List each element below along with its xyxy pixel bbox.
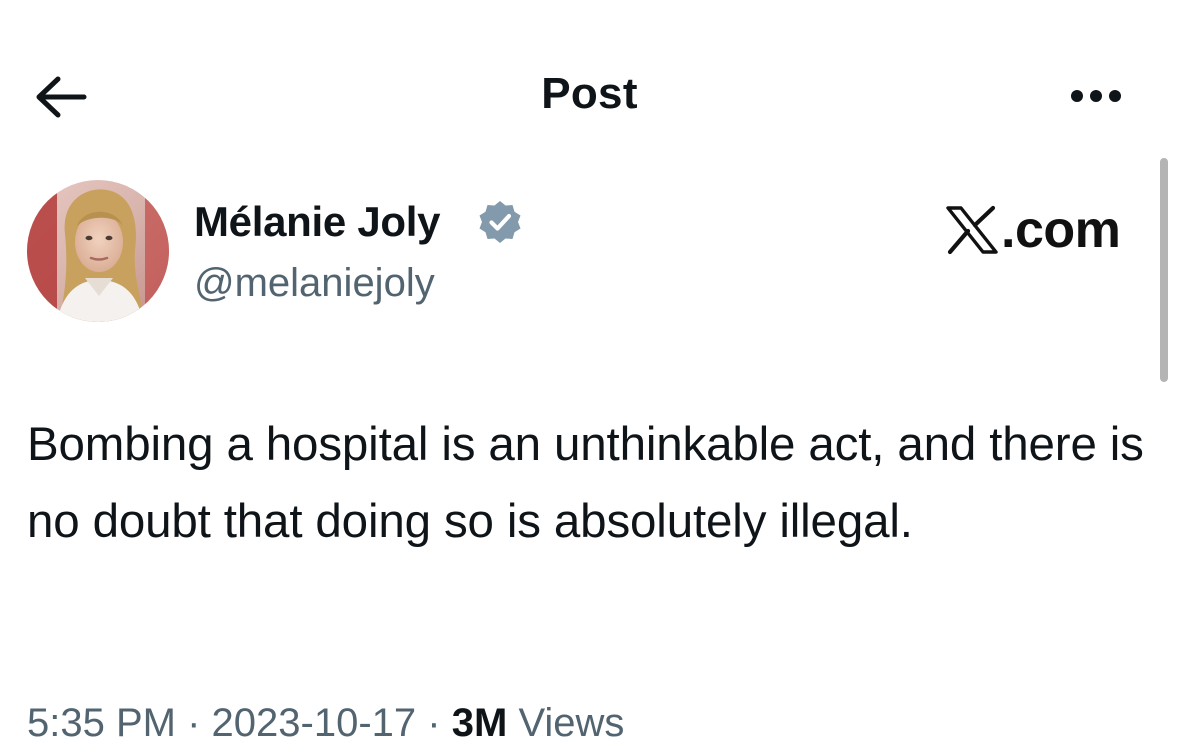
views-label: Views	[518, 701, 625, 745]
post-time[interactable]: 5:35 PM	[27, 701, 176, 745]
post-date[interactable]: 2023-10-17	[212, 701, 417, 745]
page-title: Post	[541, 69, 638, 118]
scrollbar[interactable]	[1160, 158, 1168, 382]
meta-separator: ·	[187, 701, 201, 745]
views-count: 3M	[451, 701, 508, 745]
profile-photo	[27, 180, 169, 322]
watermark: .com	[945, 200, 1121, 260]
top-bar: Post	[0, 0, 1179, 150]
more-horizontal-icon	[1071, 90, 1121, 102]
watermark-text: .com	[1001, 201, 1121, 259]
author-handle[interactable]: @melaniejoly	[194, 258, 435, 308]
more-options-button[interactable]	[1060, 76, 1132, 116]
post-text: Bombing a hospital is an unthinkable act…	[27, 418, 1144, 548]
avatar[interactable]	[27, 180, 169, 322]
meta-separator: ·	[427, 701, 441, 745]
verified-badge-icon	[479, 201, 521, 243]
x-logo-icon	[946, 205, 998, 255]
author-name[interactable]: Mélanie Joly	[194, 196, 440, 248]
